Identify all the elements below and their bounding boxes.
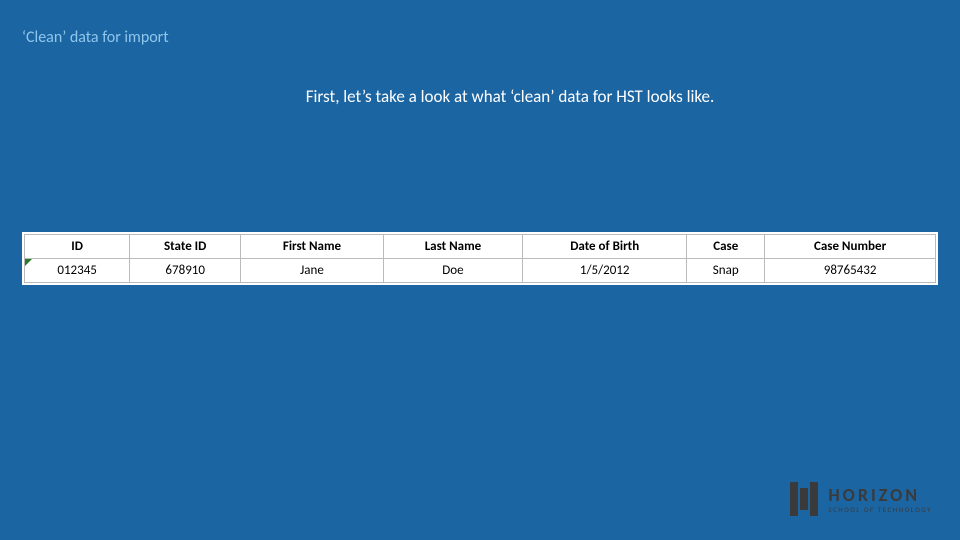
col-header: Date of Birth <box>523 235 687 259</box>
example-table: ID State ID First Name Last Name Date of… <box>22 232 938 285</box>
cell-first-name: Jane <box>241 259 384 283</box>
cell-id: 012345 <box>25 259 130 283</box>
col-header: ID <box>25 235 130 259</box>
col-header: State ID <box>130 235 241 259</box>
brand-logo: HORIZON SCHOOL OF TECHNOLOGY <box>790 482 932 516</box>
cell-dob: 1/5/2012 <box>523 259 687 283</box>
cell-case-number: 98765432 <box>765 259 936 283</box>
cell-case: Snap <box>687 259 765 283</box>
col-header: First Name <box>241 235 384 259</box>
col-header: Last Name <box>383 235 522 259</box>
brand-logo-icon <box>790 482 818 516</box>
col-header: Case <box>687 235 765 259</box>
table-header-row: ID State ID First Name Last Name Date of… <box>25 235 936 259</box>
brand-name: HORIZON <box>828 486 932 504</box>
col-header: Case Number <box>765 235 936 259</box>
cell-last-name: Doe <box>383 259 522 283</box>
brand-tagline: SCHOOL OF TECHNOLOGY <box>828 506 932 513</box>
cell-state-id: 678910 <box>130 259 241 283</box>
slide-title: ‘Clean’ data for import <box>22 28 169 47</box>
table-row: 012345 678910 Jane Doe 1/5/2012 Snap 987… <box>25 259 936 283</box>
slide-subtitle: First, let’s take a look at what ‘clean’… <box>0 86 960 107</box>
